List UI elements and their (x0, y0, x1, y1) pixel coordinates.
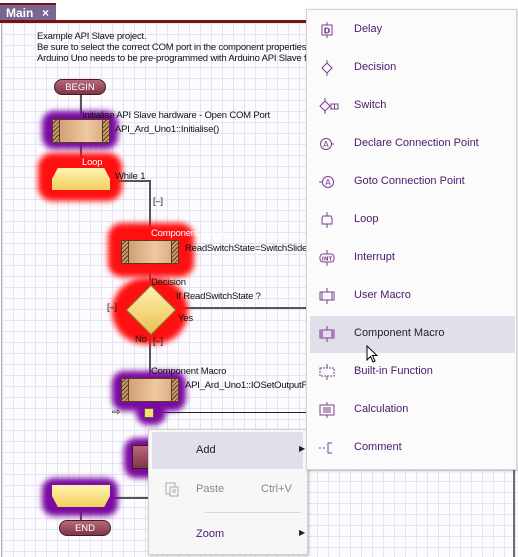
svg-text:INT: INT (322, 257, 333, 263)
mouse-pointer-icon (366, 345, 379, 363)
output-macro-block[interactable] (121, 378, 179, 402)
loop-start-block[interactable] (52, 168, 110, 190)
insert-arrow-icon: ⇨ (112, 407, 121, 418)
decision-title: Decision (151, 277, 186, 288)
comment-line-2: Be sure to select the correct COM port i… (37, 42, 307, 53)
insertion-point-connector[interactable] (144, 408, 154, 418)
submenu-label: Switch (354, 99, 387, 111)
comment-icon (319, 442, 332, 454)
submenu-label: Loop (354, 213, 379, 225)
submenu-label: User Macro (354, 289, 411, 301)
context-menu: Add ▶ Paste Ctrl+V Zoom ▶ (148, 429, 308, 555)
decision-icon (321, 60, 333, 76)
context-menu-paste-label: Paste (196, 483, 225, 495)
calculation-icon (319, 402, 335, 418)
submenu-item-comment[interactable]: Comment (310, 430, 515, 467)
context-menu-add[interactable]: Add ▶ (152, 432, 306, 469)
decision-collapse-toggle[interactable]: [–] (107, 302, 117, 312)
svg-text:D: D (324, 27, 331, 36)
decision-no-label: No (135, 334, 147, 345)
submenu-item-built-in-function[interactable]: Built-in Function (310, 354, 515, 391)
decision-yes-label: Yes (178, 313, 193, 324)
init-macro-call: API_Ard_Uno1::Initialise() (115, 124, 220, 135)
submenu-item-calculation[interactable]: Calculation (310, 392, 515, 429)
scrollbar-edge[interactable] (513, 470, 515, 557)
submenu-item-decision[interactable]: Decision (310, 50, 515, 87)
submenu-item-component-macro[interactable]: Component Macro (310, 316, 515, 353)
end-terminal[interactable]: END (59, 520, 111, 536)
submenu-item-declare-connection-point[interactable]: A Declare Connection Point (310, 126, 515, 163)
read-macro-call: ReadSwitchState=SwitchSlide (185, 243, 307, 254)
submenu-item-delay[interactable]: D Delay (310, 12, 515, 49)
goto-connection-point-icon: A (319, 176, 334, 188)
begin-terminal[interactable]: BEGIN (54, 79, 106, 95)
flowchart-canvas-right[interactable] (306, 470, 518, 557)
init-macro-title: Initialise API Slave hardware - Open COM… (82, 110, 270, 121)
loop-condition: While 1 (115, 171, 146, 182)
built-in-function-icon (319, 364, 335, 380)
context-menu-add-label: Add (196, 444, 216, 456)
menu-separator (205, 512, 301, 513)
user-macro-icon (319, 288, 335, 304)
comment-line-3: Arduino Uno needs to be pre-programmed w… (37, 53, 307, 64)
interrupt-icon: INT (319, 250, 335, 266)
close-icon[interactable]: × (42, 6, 49, 20)
read-macro-title: Component Macro (151, 228, 227, 239)
context-menu-zoom[interactable]: Zoom ▶ (152, 516, 306, 553)
submenu-label: Component Macro (354, 327, 445, 339)
submenu-label: Decision (354, 61, 397, 73)
submenu-item-switch[interactable]: Switch (310, 88, 515, 125)
submenu-arrow-icon: ▶ (299, 528, 306, 537)
submenu-arrow-icon: ▶ (299, 444, 306, 453)
submenu-item-user-macro[interactable]: User Macro (310, 278, 515, 315)
comment-line-1: Example API Slave project. (37, 31, 147, 42)
switch-icon (319, 98, 339, 114)
context-menu-zoom-label: Zoom (196, 528, 225, 540)
submenu-item-loop[interactable]: Loop (310, 202, 515, 239)
submenu-label: Delay (354, 23, 383, 35)
loop-end-block[interactable] (52, 485, 110, 507)
output-macro-call: API_Ard_Uno1::IOSetOutputF (185, 380, 307, 391)
submenu-label: Interrupt (354, 251, 395, 263)
tab-main-label: Main (6, 6, 34, 20)
submenu-item-interrupt[interactable]: INT Interrupt (310, 240, 515, 277)
submenu-label: Comment (354, 441, 402, 453)
component-macro-icon (319, 326, 335, 342)
svg-text:A: A (325, 178, 331, 187)
init-macro-block[interactable] (52, 119, 110, 143)
submenu-label: Calculation (354, 403, 409, 415)
loop-collapse-toggle[interactable]: [–] (153, 196, 163, 206)
delay-icon: D (321, 22, 333, 38)
submenu-label: Goto Connection Point (354, 175, 465, 187)
declare-connection-point-icon: A (320, 138, 334, 150)
submenu-label: Built-in Function (354, 365, 433, 377)
decision-no-collapse-toggle[interactable]: [–] (153, 336, 163, 346)
svg-text:A: A (323, 140, 329, 149)
tab-main[interactable]: Main × (0, 3, 56, 20)
context-menu-paste[interactable]: Paste Ctrl+V (152, 471, 303, 508)
submenu-label: Declare Connection Point (354, 137, 479, 149)
submenu-item-goto-connection-point[interactable]: A Goto Connection Point (310, 164, 515, 201)
add-submenu: D Delay Decision Switch A Declare Connec… (306, 9, 517, 470)
paste-icon (165, 481, 179, 497)
loop-title: Loop (82, 157, 103, 168)
decision-condition: If ReadSwitchState ? (176, 291, 261, 302)
flow-line (154, 412, 307, 413)
paste-shortcut: Ctrl+V (261, 483, 292, 495)
read-macro-block[interactable] (121, 240, 179, 264)
loop-icon (321, 212, 333, 228)
output-macro-title: Component Macro (151, 366, 227, 377)
